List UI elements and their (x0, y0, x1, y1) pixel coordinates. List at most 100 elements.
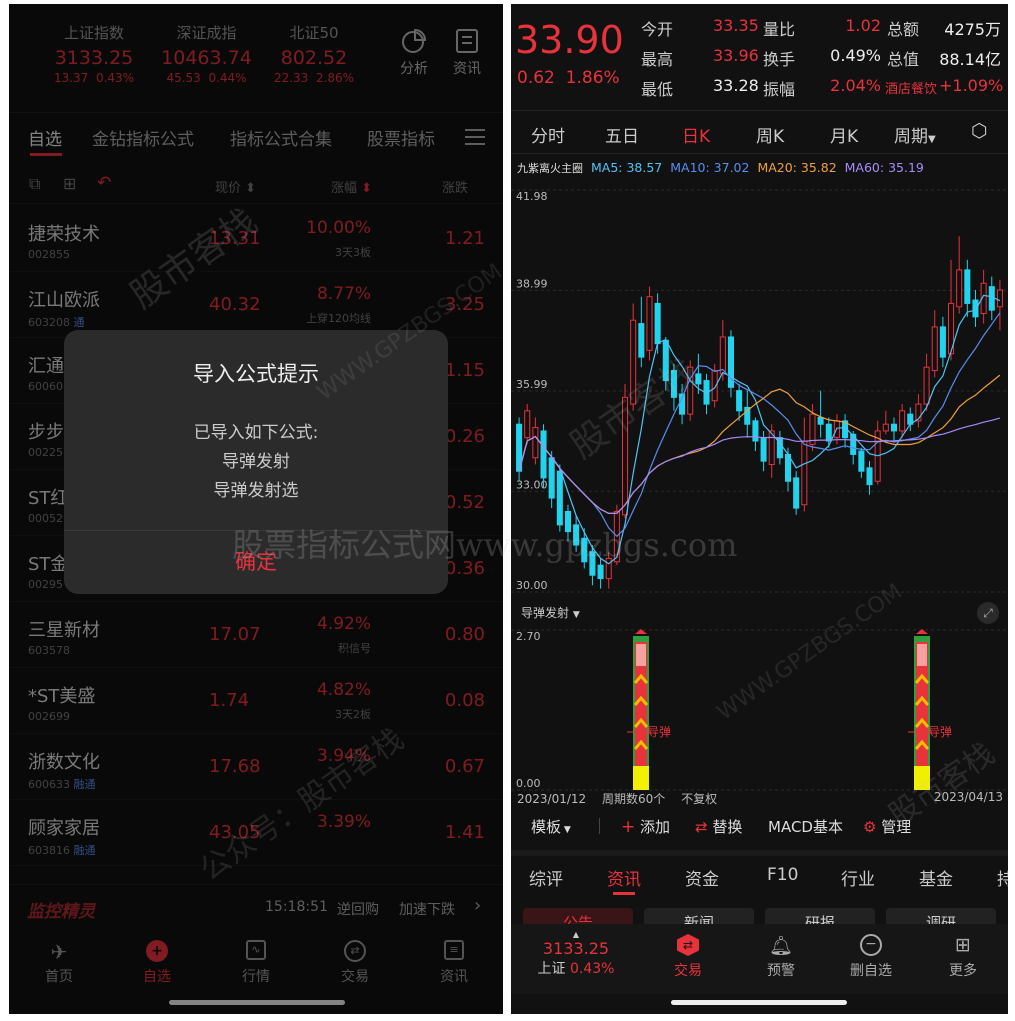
candle-body (581, 537, 588, 563)
candle-body (882, 423, 889, 432)
candle-body (638, 323, 645, 358)
stat-label: 量比 (763, 20, 796, 39)
tab-underline (613, 892, 635, 895)
stat-label: 总额 (887, 20, 920, 39)
candle-body (662, 339, 669, 382)
dialog-divider (64, 530, 448, 531)
template-button[interactable]: 模板 ▼ (531, 816, 571, 837)
tab-intraday[interactable]: 分时 (531, 122, 565, 147)
info-tab[interactable]: 资讯 (607, 865, 641, 890)
dialog-line-3: 导弹发射选 (213, 481, 299, 501)
candle-body (695, 373, 702, 385)
candle-body (793, 477, 800, 509)
stat-value: 33.96 (713, 46, 759, 65)
info-tab[interactable]: 基金 (919, 865, 953, 890)
candle-body (964, 269, 971, 304)
right-phone-screen: 33.90 0.62 1.86% 今开 33.35 量比 1.02 总额 4275万 最高 3… (511, 4, 1008, 1014)
candle-body (654, 302, 661, 345)
index-ticker-meta: 上证 0.43% (537, 961, 615, 977)
caret-down-icon: ▼ (572, 610, 580, 620)
adjust-mode: 不复权 (681, 792, 718, 806)
dialog-line-2: 导弹发射 (222, 452, 290, 472)
stat-value: 33.28 (713, 76, 759, 95)
date-end: 2023/04/13 (933, 790, 1003, 804)
stat-label: 总值 (887, 50, 920, 69)
stat-value: 2.04% (830, 76, 881, 95)
sub-indicator-header[interactable]: 导弹发射 ▼ (521, 604, 580, 621)
macd-button[interactable]: MACD基本 (768, 816, 843, 837)
stat-value: 0.49% (830, 46, 881, 65)
caret-down-icon: ▼ (561, 825, 571, 835)
candle-body (630, 319, 637, 405)
current-price: 33.90 (515, 18, 624, 62)
candle-body (532, 427, 539, 459)
candle-body (573, 524, 580, 546)
y-tick-label: 2.70 (516, 630, 541, 643)
missile-bar-pink (636, 644, 646, 666)
manage-button[interactable]: ⚙ 管理 (863, 816, 911, 837)
missile-bar-pink (917, 644, 927, 666)
tab-weekly-k[interactable]: 周K (756, 122, 784, 147)
missile-label: 导弹 (928, 725, 952, 739)
candle-body (801, 440, 808, 506)
candle-body (597, 564, 604, 580)
more-button[interactable]: ⊞ 更多 (943, 934, 983, 980)
info-tab[interactable]: 资金 (685, 865, 719, 890)
replace-button[interactable]: ⇄ 替换 (695, 816, 742, 837)
stat-label: 最低 (641, 80, 674, 99)
ma-legend: 九紫离火主圈 MA5: 38.57 MA10: 37.02 MA20: 35.8… (517, 160, 924, 176)
stat-value: 33.35 (713, 16, 759, 35)
grid-icon: ⊞ (955, 934, 971, 956)
index-ticker[interactable]: ▲ 3133.25 上证 0.43% (531, 930, 621, 978)
sector-value: +1.09% (939, 76, 1004, 95)
nav-label: 交易 (674, 963, 702, 979)
trade-button[interactable]: ⇄ 交易 (668, 934, 708, 980)
add-button[interactable]: + 添加 (621, 816, 670, 837)
candle-body (956, 269, 963, 308)
caret-up-icon: ▲ (572, 930, 580, 939)
sector-label[interactable]: 酒店餐饮 (885, 78, 937, 97)
candle-body (752, 420, 759, 442)
info-tab[interactable]: F10 (767, 865, 798, 885)
main-indicator-name[interactable]: 九紫离火主圈 (517, 162, 583, 175)
candle-body (760, 437, 767, 462)
candlestick-chart[interactable]: 41.98 38.99 35.99 33.00 30.00 (511, 182, 1008, 602)
tab-five-day[interactable]: 五日 (605, 122, 639, 147)
tab-period[interactable]: 周期▼ (894, 122, 936, 147)
ma60-label: MA60: 35.19 (844, 160, 924, 175)
import-formula-dialog: 导入公式提示 已导入如下公式: 导弹发射 导弹发射选 确定 (64, 330, 448, 594)
candle-body (931, 326, 938, 372)
expand-icon[interactable]: ⤢ (977, 602, 999, 624)
info-tab[interactable]: 综评 (529, 865, 563, 890)
confirm-button[interactable]: 确定 (64, 546, 448, 576)
stat-label: 最高 (641, 50, 674, 69)
candle-body (646, 296, 653, 351)
info-tab[interactable]: 持 (997, 865, 1008, 890)
info-tab[interactable]: 行业 (841, 865, 875, 890)
period-tabs: 分时 五日 日K 周K 月K 周期▼ ⬡ (511, 110, 1008, 154)
settings-icon[interactable]: ⬡ (971, 120, 988, 142)
caret-down-icon: ▼ (928, 134, 936, 145)
stat-value: 4275万 (944, 20, 1001, 39)
indicator-toolbar: 模板 ▼ + 添加 ⇄ 替换 MACD基本 ⚙ 管理 (511, 808, 1008, 844)
dialog-title: 导入公式提示 (193, 362, 319, 386)
y-tick-label: 38.99 (516, 277, 548, 290)
stat-value: 1.02 (845, 16, 881, 35)
stat-label: 今开 (641, 20, 674, 39)
sub-indicator-name: 导弹发射 (521, 606, 570, 620)
remove-watchlist-button[interactable]: − 删自选 (846, 934, 896, 980)
tab-daily-k[interactable]: 日K (682, 122, 710, 147)
candle-body (972, 299, 979, 318)
alert-button[interactable]: 🔔︎ 预警 (761, 934, 801, 980)
tab-monthly-k[interactable]: 月K (830, 122, 858, 147)
ma20-label: MA20: 35.82 (757, 160, 837, 175)
gear-icon: ⚙ (863, 818, 877, 836)
bell-icon: 🔔︎ (768, 935, 794, 957)
nav-label: 删自选 (850, 963, 892, 979)
candle-body (564, 510, 572, 533)
candle-body (923, 366, 930, 405)
missile-indicator-chart[interactable]: 2.70 0.00 导弹 导弹 (511, 626, 1008, 796)
y-tick-label: 33.00 (516, 478, 548, 491)
candle-body (524, 410, 531, 439)
y-tick-label: 0.00 (516, 777, 541, 790)
